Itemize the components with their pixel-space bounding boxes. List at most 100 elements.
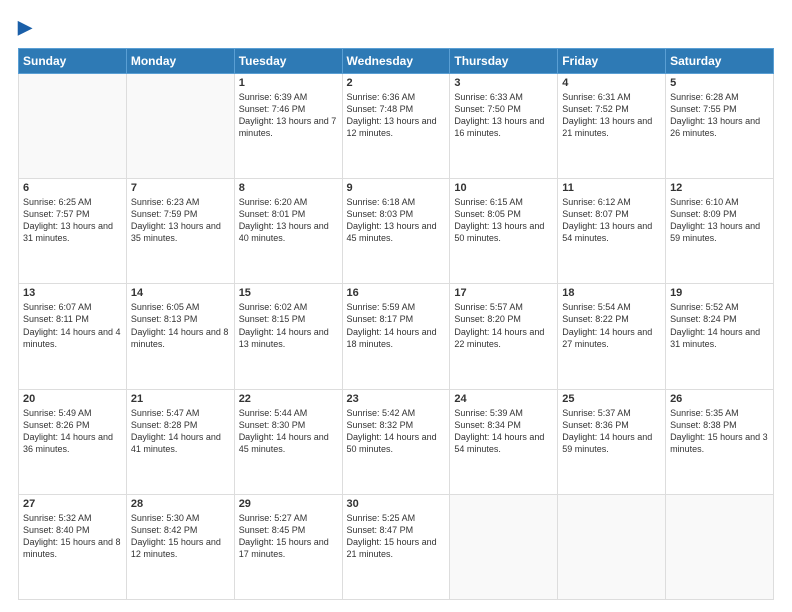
- weekday-header-friday: Friday: [558, 48, 666, 73]
- calendar-cell: 10 Sunrise: 6:15 AM Sunset: 8:05 PM Dayli…: [450, 179, 558, 284]
- calendar-cell: 20Sunrise: 5:49 AM Sunset: 8:26 PM Dayli…: [19, 389, 127, 494]
- day-info: Sunrise: 5:39 AM Sunset: 8:34 PM Dayligh…: [454, 407, 553, 456]
- day-info: Sunrise: 6:15 AM Sunset: 8:05 PM Dayligh…: [454, 196, 553, 245]
- day-info: Sunrise: 6:25 AM Sunset: 7:57 PM Dayligh…: [23, 196, 122, 245]
- day-number: 3: [454, 77, 553, 89]
- day-number: 5: [670, 77, 769, 89]
- day-info: Sunrise: 5:35 AM Sunset: 8:38 PM Dayligh…: [670, 407, 769, 456]
- weekday-header-thursday: Thursday: [450, 48, 558, 73]
- calendar-cell: 29 Sunrise: 5:27 AM Sunset: 8:45 PM Dayli…: [234, 494, 342, 599]
- calendar-cell: 27Sunrise: 5:32 AM Sunset: 8:40 PM Dayli…: [19, 494, 127, 599]
- logo-icon-inline: ▶: [18, 17, 32, 37]
- day-number: 28: [131, 498, 230, 510]
- calendar-cell: [558, 494, 666, 599]
- day-info: Sunrise: 6:05 AM Sunset: 8:13 PM Dayligh…: [131, 301, 230, 350]
- day-number: 15: [239, 287, 338, 299]
- day-info: Sunrise: 6:39 AM Sunset: 7:46 PM Dayligh…: [239, 91, 338, 140]
- calendar-week-3: 13Sunrise: 6:07 AM Sunset: 8:11 PM Dayli…: [19, 284, 774, 389]
- day-number: 14: [131, 287, 230, 299]
- day-number: 1: [239, 77, 338, 89]
- calendar-cell: [450, 494, 558, 599]
- day-number: 6: [23, 182, 122, 194]
- calendar-cell: 15 Sunrise: 6:02 AM Sunset: 8:15 PM Dayli…: [234, 284, 342, 389]
- day-info: Sunrise: 5:37 AM Sunset: 8:36 PM Dayligh…: [562, 407, 661, 456]
- day-number: 12: [670, 182, 769, 194]
- calendar-cell: 25 Sunrise: 5:37 AM Sunset: 8:36 PM Dayli…: [558, 389, 666, 494]
- day-number: 24: [454, 393, 553, 405]
- day-number: 27: [23, 498, 122, 510]
- day-number: 23: [347, 393, 446, 405]
- day-info: Sunrise: 5:52 AM Sunset: 8:24 PM Dayligh…: [670, 301, 769, 350]
- calendar-cell: 22Sunrise: 5:44 AM Sunset: 8:30 PM Dayli…: [234, 389, 342, 494]
- day-number: 11: [562, 182, 661, 194]
- day-number: 9: [347, 182, 446, 194]
- day-info: Sunrise: 5:27 AM Sunset: 8:45 PM Dayligh…: [239, 512, 338, 561]
- weekday-header-wednesday: Wednesday: [342, 48, 450, 73]
- day-info: Sunrise: 6:28 AM Sunset: 7:55 PM Dayligh…: [670, 91, 769, 140]
- day-number: 8: [239, 182, 338, 194]
- day-info: Sunrise: 5:59 AM Sunset: 8:17 PM Dayligh…: [347, 301, 446, 350]
- calendar-cell: 17Sunrise: 5:57 AM Sunset: 8:20 PM Dayli…: [450, 284, 558, 389]
- day-info: Sunrise: 6:10 AM Sunset: 8:09 PM Dayligh…: [670, 196, 769, 245]
- calendar-cell: 11 Sunrise: 6:12 AM Sunset: 8:07 PM Dayli…: [558, 179, 666, 284]
- weekday-header-row: SundayMondayTuesdayWednesdayThursdayFrid…: [19, 48, 774, 73]
- day-number: 10: [454, 182, 553, 194]
- calendar-cell: 12 Sunrise: 6:10 AM Sunset: 8:09 PM Dayli…: [666, 179, 774, 284]
- calendar-cell: 6 Sunrise: 6:25 AM Sunset: 7:57 PM Daylig…: [19, 179, 127, 284]
- day-info: Sunrise: 5:25 AM Sunset: 8:47 PM Dayligh…: [347, 512, 446, 561]
- calendar-cell: 2 Sunrise: 6:36 AM Sunset: 7:48 PM Daylig…: [342, 73, 450, 178]
- calendar-week-5: 27Sunrise: 5:32 AM Sunset: 8:40 PM Dayli…: [19, 494, 774, 599]
- calendar-cell: 30 Sunrise: 5:25 AM Sunset: 8:47 PM Dayli…: [342, 494, 450, 599]
- day-info: Sunrise: 6:12 AM Sunset: 8:07 PM Dayligh…: [562, 196, 661, 245]
- day-info: Sunrise: 6:33 AM Sunset: 7:50 PM Dayligh…: [454, 91, 553, 140]
- day-number: 21: [131, 393, 230, 405]
- calendar-cell: 24 Sunrise: 5:39 AM Sunset: 8:34 PM Dayli…: [450, 389, 558, 494]
- calendar-cell: 26 Sunrise: 5:35 AM Sunset: 8:38 PM Dayli…: [666, 389, 774, 494]
- calendar-cell: 23 Sunrise: 5:42 AM Sunset: 8:32 PM Dayli…: [342, 389, 450, 494]
- day-info: Sunrise: 6:36 AM Sunset: 7:48 PM Dayligh…: [347, 91, 446, 140]
- day-info: Sunrise: 6:18 AM Sunset: 8:03 PM Dayligh…: [347, 196, 446, 245]
- day-number: 4: [562, 77, 661, 89]
- header: ▶: [18, 18, 774, 38]
- day-number: 18: [562, 287, 661, 299]
- calendar-cell: 14 Sunrise: 6:05 AM Sunset: 8:13 PM Dayli…: [126, 284, 234, 389]
- calendar-cell: 1 Sunrise: 6:39 AM Sunset: 7:46 PM Daylig…: [234, 73, 342, 178]
- day-info: Sunrise: 5:30 AM Sunset: 8:42 PM Dayligh…: [131, 512, 230, 561]
- calendar-cell: 13Sunrise: 6:07 AM Sunset: 8:11 PM Dayli…: [19, 284, 127, 389]
- logo-general: ▶: [18, 18, 32, 38]
- calendar-week-1: 1 Sunrise: 6:39 AM Sunset: 7:46 PM Daylig…: [19, 73, 774, 178]
- day-number: 26: [670, 393, 769, 405]
- day-info: Sunrise: 5:44 AM Sunset: 8:30 PM Dayligh…: [239, 407, 338, 456]
- day-number: 7: [131, 182, 230, 194]
- day-info: Sunrise: 6:07 AM Sunset: 8:11 PM Dayligh…: [23, 301, 122, 350]
- calendar-cell: [19, 73, 127, 178]
- calendar-cell: [666, 494, 774, 599]
- calendar-cell: 3 Sunrise: 6:33 AM Sunset: 7:50 PM Daylig…: [450, 73, 558, 178]
- day-number: 19: [670, 287, 769, 299]
- weekday-header-sunday: Sunday: [19, 48, 127, 73]
- calendar-cell: 21 Sunrise: 5:47 AM Sunset: 8:28 PM Dayli…: [126, 389, 234, 494]
- day-info: Sunrise: 5:57 AM Sunset: 8:20 PM Dayligh…: [454, 301, 553, 350]
- day-number: 25: [562, 393, 661, 405]
- calendar-cell: 9 Sunrise: 6:18 AM Sunset: 8:03 PM Daylig…: [342, 179, 450, 284]
- day-info: Sunrise: 5:47 AM Sunset: 8:28 PM Dayligh…: [131, 407, 230, 456]
- calendar-cell: 7 Sunrise: 6:23 AM Sunset: 7:59 PM Daylig…: [126, 179, 234, 284]
- day-info: Sunrise: 5:42 AM Sunset: 8:32 PM Dayligh…: [347, 407, 446, 456]
- logo: ▶: [18, 18, 32, 38]
- calendar-cell: 19 Sunrise: 5:52 AM Sunset: 8:24 PM Dayli…: [666, 284, 774, 389]
- calendar-week-2: 6 Sunrise: 6:25 AM Sunset: 7:57 PM Daylig…: [19, 179, 774, 284]
- day-number: 30: [347, 498, 446, 510]
- day-info: Sunrise: 6:20 AM Sunset: 8:01 PM Dayligh…: [239, 196, 338, 245]
- day-number: 2: [347, 77, 446, 89]
- day-info: Sunrise: 6:02 AM Sunset: 8:15 PM Dayligh…: [239, 301, 338, 350]
- calendar-cell: 18Sunrise: 5:54 AM Sunset: 8:22 PM Dayli…: [558, 284, 666, 389]
- day-info: Sunrise: 5:49 AM Sunset: 8:26 PM Dayligh…: [23, 407, 122, 456]
- weekday-header-monday: Monday: [126, 48, 234, 73]
- day-info: Sunrise: 6:23 AM Sunset: 7:59 PM Dayligh…: [131, 196, 230, 245]
- calendar-cell: 4 Sunrise: 6:31 AM Sunset: 7:52 PM Daylig…: [558, 73, 666, 178]
- weekday-header-saturday: Saturday: [666, 48, 774, 73]
- calendar-cell: 8 Sunrise: 6:20 AM Sunset: 8:01 PM Daylig…: [234, 179, 342, 284]
- day-number: 29: [239, 498, 338, 510]
- weekday-header-tuesday: Tuesday: [234, 48, 342, 73]
- day-info: Sunrise: 6:31 AM Sunset: 7:52 PM Dayligh…: [562, 91, 661, 140]
